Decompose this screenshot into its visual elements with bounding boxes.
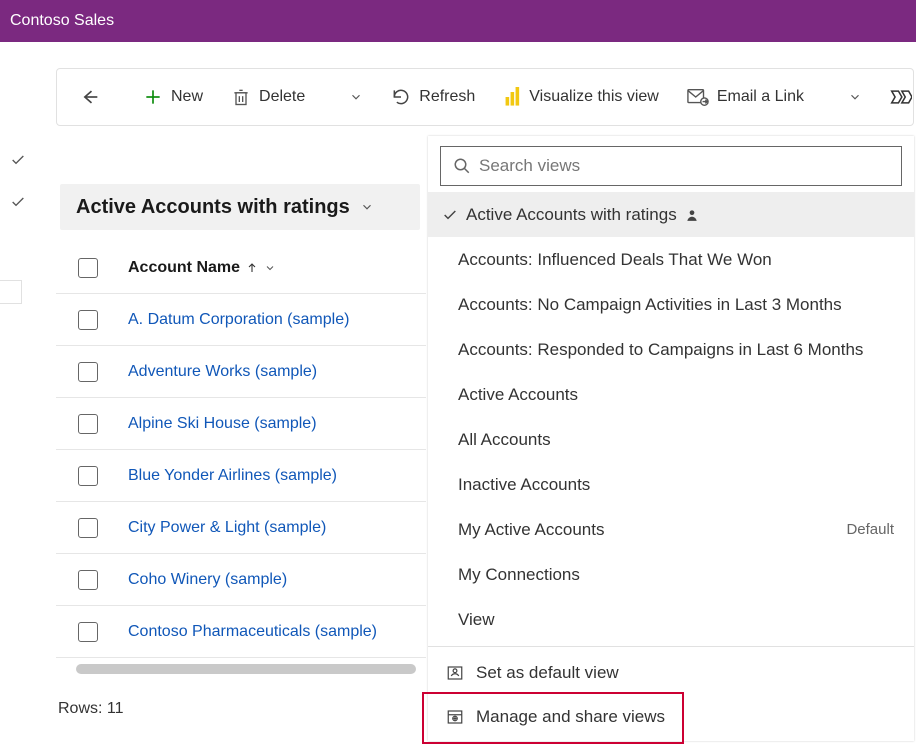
email-label: Email a Link <box>717 88 804 106</box>
account-link[interactable]: Contoso Pharmaceuticals (sample) <box>128 623 377 641</box>
chevron-down-icon <box>264 262 276 274</box>
row-checkbox[interactable] <box>78 570 98 590</box>
row-checkbox[interactable] <box>78 414 98 434</box>
view-item-label: All Accounts <box>458 430 551 450</box>
view-item-label: Active Accounts with ratings <box>466 205 677 225</box>
view-item-label: My Connections <box>458 565 580 585</box>
app-titlebar: Contoso Sales <box>0 0 916 42</box>
chevron-down-icon <box>360 200 374 214</box>
check-icon <box>10 194 26 210</box>
email-icon <box>687 88 709 106</box>
powerbi-icon <box>503 87 521 107</box>
email-link-button[interactable]: Email a Link <box>677 78 814 116</box>
grid-header-row: Account Name <box>56 242 426 294</box>
view-item[interactable]: My Active Accounts Default <box>428 507 914 552</box>
row-checkbox[interactable] <box>78 518 98 538</box>
view-item[interactable]: Accounts: Influenced Deals That We Won <box>428 237 914 282</box>
flow-icon <box>890 87 912 107</box>
visualize-button[interactable]: Visualize this view <box>493 78 669 116</box>
back-button[interactable] <box>69 78 109 116</box>
view-item-label: Accounts: Influenced Deals That We Won <box>458 250 772 270</box>
account-link[interactable]: Alpine Ski House (sample) <box>128 415 317 433</box>
table-row[interactable]: Blue Yonder Airlines (sample) <box>56 450 426 502</box>
column-header-account-name[interactable]: Account Name <box>128 259 276 277</box>
check-icon <box>10 152 26 168</box>
view-item[interactable]: View <box>428 597 914 642</box>
separator <box>428 646 914 647</box>
chevron-down-icon <box>848 90 862 104</box>
refresh-label: Refresh <box>419 88 475 106</box>
view-item-label: Accounts: No Campaign Activities in Last… <box>458 295 842 315</box>
select-all-checkbox[interactable] <box>78 258 98 278</box>
view-item-label: Accounts: Responded to Campaigns in Last… <box>458 340 863 360</box>
view-item-label: Inactive Accounts <box>458 475 590 495</box>
account-link[interactable]: Adventure Works (sample) <box>128 363 317 381</box>
table-row[interactable]: Coho Winery (sample) <box>56 554 426 606</box>
delete-button[interactable]: Delete <box>221 78 315 116</box>
email-chevron[interactable] <box>838 78 872 116</box>
view-item[interactable]: Active Accounts <box>428 372 914 417</box>
account-link[interactable]: A. Datum Corporation (sample) <box>128 311 349 329</box>
left-rail <box>0 42 26 749</box>
view-item[interactable]: Active Accounts with ratings <box>428 192 914 237</box>
default-badge: Default <box>846 521 894 538</box>
app-title: Contoso Sales <box>10 12 114 30</box>
new-button[interactable]: New <box>133 78 213 116</box>
horizontal-scrollbar[interactable] <box>76 664 416 674</box>
refresh-icon <box>391 87 411 107</box>
chevron-down-icon <box>349 90 363 104</box>
flow-button[interactable]: F <box>880 78 916 116</box>
person-icon <box>685 208 699 222</box>
view-item[interactable]: All Accounts <box>428 417 914 462</box>
table-row[interactable]: Contoso Pharmaceuticals (sample) <box>56 606 426 658</box>
row-checkbox[interactable] <box>78 466 98 486</box>
set-default-label: Set as default view <box>476 663 619 683</box>
manage-share-views-button[interactable]: Manage and share views <box>428 695 914 739</box>
command-bar: New Delete Refresh Visualize this view E… <box>56 68 914 126</box>
check-icon <box>442 207 458 223</box>
view-selector-panel: Active Accounts with ratings Accounts: In… <box>428 136 914 741</box>
set-default-icon <box>446 664 464 682</box>
view-item[interactable]: My Connections <box>428 552 914 597</box>
account-link[interactable]: City Power & Light (sample) <box>128 519 326 537</box>
set-default-view-button[interactable]: Set as default view <box>428 651 914 695</box>
view-item-label: My Active Accounts <box>458 520 604 540</box>
table-row[interactable]: Alpine Ski House (sample) <box>56 398 426 450</box>
view-item[interactable]: Accounts: Responded to Campaigns in Last… <box>428 327 914 372</box>
search-icon <box>453 157 471 175</box>
search-views-box[interactable] <box>440 146 902 186</box>
table-row[interactable]: City Power & Light (sample) <box>56 502 426 554</box>
visualize-label: Visualize this view <box>529 88 659 106</box>
view-item[interactable]: Accounts: No Campaign Activities in Last… <box>428 282 914 327</box>
view-item[interactable]: Inactive Accounts <box>428 462 914 507</box>
row-count: Rows: 11 <box>58 700 426 718</box>
sort-asc-icon <box>246 261 258 275</box>
column-header-label: Account Name <box>128 259 240 277</box>
back-arrow-icon <box>79 87 99 107</box>
new-label: New <box>171 88 203 106</box>
view-selector[interactable]: Active Accounts with ratings <box>60 184 420 230</box>
account-link[interactable]: Coho Winery (sample) <box>128 571 287 589</box>
account-link[interactable]: Blue Yonder Airlines (sample) <box>128 467 337 485</box>
row-checkbox[interactable] <box>78 310 98 330</box>
manage-views-icon <box>446 708 464 726</box>
table-row[interactable]: A. Datum Corporation (sample) <box>56 294 426 346</box>
delete-label: Delete <box>259 88 305 106</box>
row-checkbox[interactable] <box>78 362 98 382</box>
table-row[interactable]: Adventure Works (sample) <box>56 346 426 398</box>
manage-share-label: Manage and share views <box>476 707 665 727</box>
left-rail-block <box>0 280 22 304</box>
row-checkbox[interactable] <box>78 622 98 642</box>
plus-icon <box>143 87 163 107</box>
view-item-label: Active Accounts <box>458 385 578 405</box>
view-name: Active Accounts with ratings <box>76 196 350 219</box>
search-views-input[interactable] <box>479 156 889 176</box>
refresh-button[interactable]: Refresh <box>381 78 485 116</box>
delete-chevron[interactable] <box>339 78 373 116</box>
trash-icon <box>231 87 251 107</box>
view-item-label: View <box>458 610 495 630</box>
